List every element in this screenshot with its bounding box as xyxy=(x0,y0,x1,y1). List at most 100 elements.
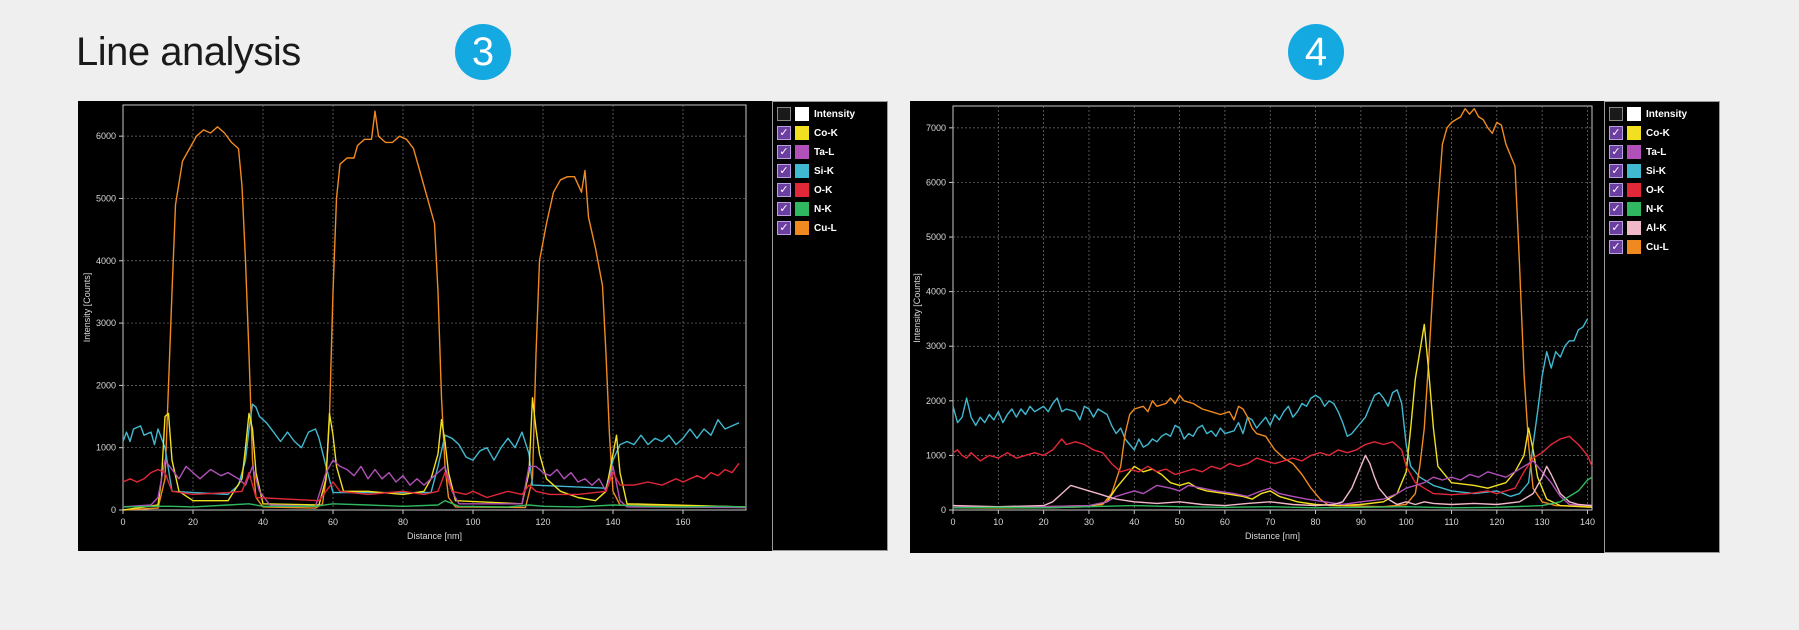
legend-label: Al-K xyxy=(1646,222,1667,234)
legend-label: Cu-L xyxy=(1646,241,1669,253)
legend-checkbox[interactable]: ✓ xyxy=(777,221,791,235)
legend-swatch xyxy=(1627,164,1641,178)
y-tick-label: 1000 xyxy=(96,443,116,453)
y-tick-label: 6000 xyxy=(96,131,116,141)
legend-checkbox[interactable]: ✓ xyxy=(1609,183,1623,197)
legend-item-co-k[interactable]: ✓ Co-K xyxy=(777,125,838,141)
legend-label: Si-K xyxy=(1646,165,1666,177)
legend-item-ta-l[interactable]: ✓ Ta-L xyxy=(1609,144,1666,160)
legend-checkbox[interactable]: ✓ xyxy=(777,145,791,159)
y-tick-label: 1000 xyxy=(926,450,946,460)
x-tick-label: 70 xyxy=(1265,517,1275,527)
x-axis-label: Distance [nm] xyxy=(407,531,462,541)
x-tick-label: 50 xyxy=(1175,517,1185,527)
legend-checkbox[interactable]: ✓ xyxy=(777,202,791,216)
legend-label: Intensity xyxy=(1646,108,1688,120)
legend-label: O-K xyxy=(1646,184,1665,196)
line-chart-3: 0 20 40 60 80 100 120 140 160 0 1000 2000 3000 4000 50… xyxy=(82,104,747,541)
legend-swatch xyxy=(1627,202,1641,216)
legend-checkbox[interactable]: ✓ xyxy=(1609,164,1623,178)
legend-item-o-k[interactable]: ✓ O-K xyxy=(1609,182,1664,198)
x-tick-label: 0 xyxy=(120,517,125,527)
x-tick-label: 20 xyxy=(1039,517,1049,527)
legend-label: Ta-L xyxy=(1646,146,1667,158)
legend-checkbox[interactable]: ✓ xyxy=(777,183,791,197)
x-tick-label: 120 xyxy=(535,517,550,527)
line-chart-4: 0 10 20 30 40 50 60 70 80 90 100 110 120 130 140 0 1000 2… xyxy=(912,105,1595,541)
legend-swatch xyxy=(795,107,809,121)
legend-item-n-k[interactable]: ✓ N-K xyxy=(777,201,832,217)
legend-checkbox[interactable]: ✓ xyxy=(1609,240,1623,254)
x-tick-label: 90 xyxy=(1356,517,1366,527)
legend-item-intensity[interactable]: Intensity xyxy=(1609,106,1687,122)
series-line-cu-l xyxy=(952,108,1593,508)
x-axis-label: Distance [nm] xyxy=(1245,531,1300,541)
plot-frame xyxy=(952,105,1593,511)
legend-swatch xyxy=(1627,221,1641,235)
x-tick-label: 40 xyxy=(258,517,268,527)
legend-swatch xyxy=(1627,183,1641,197)
legend-item-ta-l[interactable]: ✓ Ta-L xyxy=(777,144,834,160)
page-title: Line analysis xyxy=(76,30,301,74)
legend-swatch xyxy=(795,221,809,235)
y-axis-label: Intensity [Counts] xyxy=(912,273,922,343)
x-tick-label: 120 xyxy=(1489,517,1504,527)
legend-swatch xyxy=(795,202,809,216)
legend-swatch xyxy=(1627,240,1641,254)
y-tick-label: 5000 xyxy=(96,193,116,203)
legend-item-si-k[interactable]: ✓ Si-K xyxy=(777,163,834,179)
legend-checkbox[interactable] xyxy=(777,107,791,121)
legend-swatch xyxy=(795,164,809,178)
x-tick-label: 80 xyxy=(398,517,408,527)
x-tick-label: 20 xyxy=(188,517,198,527)
legend-label: Intensity xyxy=(814,108,856,120)
legend-item-o-k[interactable]: ✓ O-K xyxy=(777,182,832,198)
legend-checkbox[interactable]: ✓ xyxy=(1609,221,1623,235)
line-analysis-panel-4: 0 10 20 30 40 50 60 70 80 90 100 110 120 130 140 0 1000 2… xyxy=(910,101,1720,553)
y-tick-label: 5000 xyxy=(926,232,946,242)
legend-item-si-k[interactable]: ✓ Si-K xyxy=(1609,163,1666,179)
x-tick-label: 110 xyxy=(1444,517,1458,527)
y-tick-label: 4000 xyxy=(96,256,116,266)
legend-label: N-K xyxy=(1646,203,1664,215)
legend-swatch xyxy=(795,126,809,140)
y-axis-label: Intensity [Counts] xyxy=(82,273,92,343)
legend-label: Cu-L xyxy=(814,222,837,234)
step-badge-3: 3 xyxy=(455,24,511,80)
legend-checkbox[interactable]: ✓ xyxy=(1609,202,1623,216)
x-tick-label: 130 xyxy=(1535,517,1550,527)
legend-item-n-k[interactable]: ✓ N-K xyxy=(1609,201,1664,217)
legend-label: Ta-L xyxy=(814,146,835,158)
x-tick-label: 60 xyxy=(1220,517,1230,527)
legend-checkbox[interactable]: ✓ xyxy=(777,164,791,178)
step-badge-4: 4 xyxy=(1288,24,1344,80)
legend-swatch xyxy=(1627,126,1641,140)
legend-item-al-k[interactable]: ✓ Al-K xyxy=(1609,220,1667,236)
legend-item-cu-l[interactable]: ✓ Cu-L xyxy=(777,220,837,236)
x-tick-label: 140 xyxy=(605,517,620,527)
series-line-si-k xyxy=(122,403,740,496)
legend-item-co-k[interactable]: ✓ Co-K xyxy=(1609,125,1670,141)
y-tick-label: 3000 xyxy=(926,341,946,351)
y-tick-label: 0 xyxy=(111,505,116,515)
legend-checkbox[interactable] xyxy=(1609,107,1623,121)
x-tick-label: 140 xyxy=(1580,517,1595,527)
legend-label: Co-K xyxy=(814,127,838,139)
series-line-ta-l xyxy=(952,460,1593,508)
legend-item-intensity[interactable]: Intensity xyxy=(777,106,855,122)
series-line-cu-l xyxy=(122,110,747,511)
legend-label: N-K xyxy=(814,203,832,215)
y-tick-label: 7000 xyxy=(926,123,946,133)
series-line-co-k xyxy=(953,323,1593,509)
y-tick-label: 0 xyxy=(941,505,946,515)
chart-legend-4: Intensity ✓ Co-K ✓ Ta-L ✓ Si-K ✓ O-K ✓ N-K ✓ Al-K ✓ Cu… xyxy=(1604,101,1720,553)
x-tick-label: 0 xyxy=(950,517,955,527)
legend-swatch xyxy=(1627,107,1641,121)
x-tick-label: 30 xyxy=(1084,517,1094,527)
legend-checkbox[interactable]: ✓ xyxy=(1609,126,1623,140)
legend-checkbox[interactable]: ✓ xyxy=(1609,145,1623,159)
legend-checkbox[interactable]: ✓ xyxy=(777,126,791,140)
y-tick-label: 3000 xyxy=(96,318,116,328)
y-tick-label: 4000 xyxy=(926,287,946,297)
legend-item-cu-l[interactable]: ✓ Cu-L xyxy=(1609,239,1669,255)
